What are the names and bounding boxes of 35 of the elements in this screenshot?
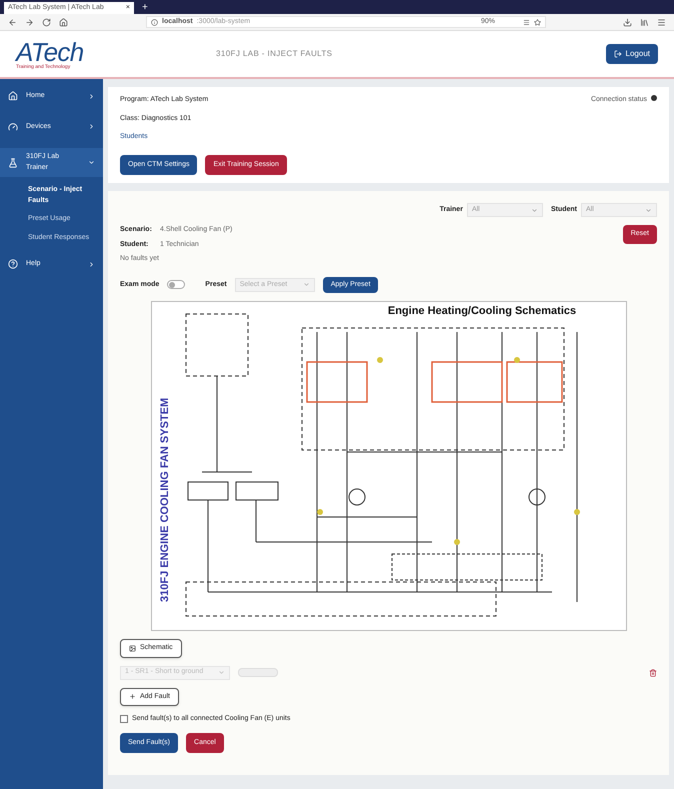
- logo[interactable]: ATech: [16, 38, 216, 64]
- checkbox[interactable]: [120, 715, 128, 724]
- download-icon[interactable]: [623, 18, 632, 26]
- chevron-icon: [88, 123, 95, 130]
- bookmark-icon[interactable]: [534, 18, 541, 26]
- sidebar-item-icon: [8, 122, 18, 132]
- sidebar-item-icon: [8, 91, 18, 102]
- chevron-icon: [302, 281, 310, 288]
- image-icon: [129, 644, 136, 652]
- info-icon: [151, 18, 158, 26]
- fault-toggle[interactable]: [238, 668, 278, 677]
- delete-icon[interactable]: [649, 668, 657, 676]
- menu-icon[interactable]: [657, 18, 666, 26]
- schematic-title: Engine Heating/Cooling Schematics: [387, 305, 576, 317]
- home-icon[interactable]: [59, 18, 68, 26]
- page-actions-icon[interactable]: [523, 18, 530, 26]
- reload-icon[interactable]: [42, 18, 51, 26]
- logout-icon: [614, 50, 622, 58]
- sidebar-item-icon: [8, 158, 18, 168]
- chevron-icon: [88, 260, 95, 268]
- chevron-icon: [88, 159, 95, 166]
- forward-icon[interactable]: [25, 18, 34, 26]
- chevron-icon: [88, 92, 95, 100]
- plus-icon: [129, 693, 136, 700]
- exam-mode-toggle[interactable]: [167, 280, 186, 290]
- library-icon[interactable]: [640, 18, 649, 26]
- schematic-side-title: 310FJ ENGINE COOLING FAN SYSTEM: [158, 398, 170, 602]
- page-title: 310FJ LAB - INJECT FAULTS: [216, 48, 334, 60]
- back-icon[interactable]: [8, 18, 17, 26]
- chevron-icon: [530, 206, 538, 214]
- sidebar-item-icon: [8, 259, 18, 270]
- chevron-icon: [218, 669, 225, 676]
- new-tab-button[interactable]: +: [142, 2, 148, 14]
- logout-button[interactable]: Logout: [606, 44, 658, 64]
- chevron-icon: [645, 206, 652, 214]
